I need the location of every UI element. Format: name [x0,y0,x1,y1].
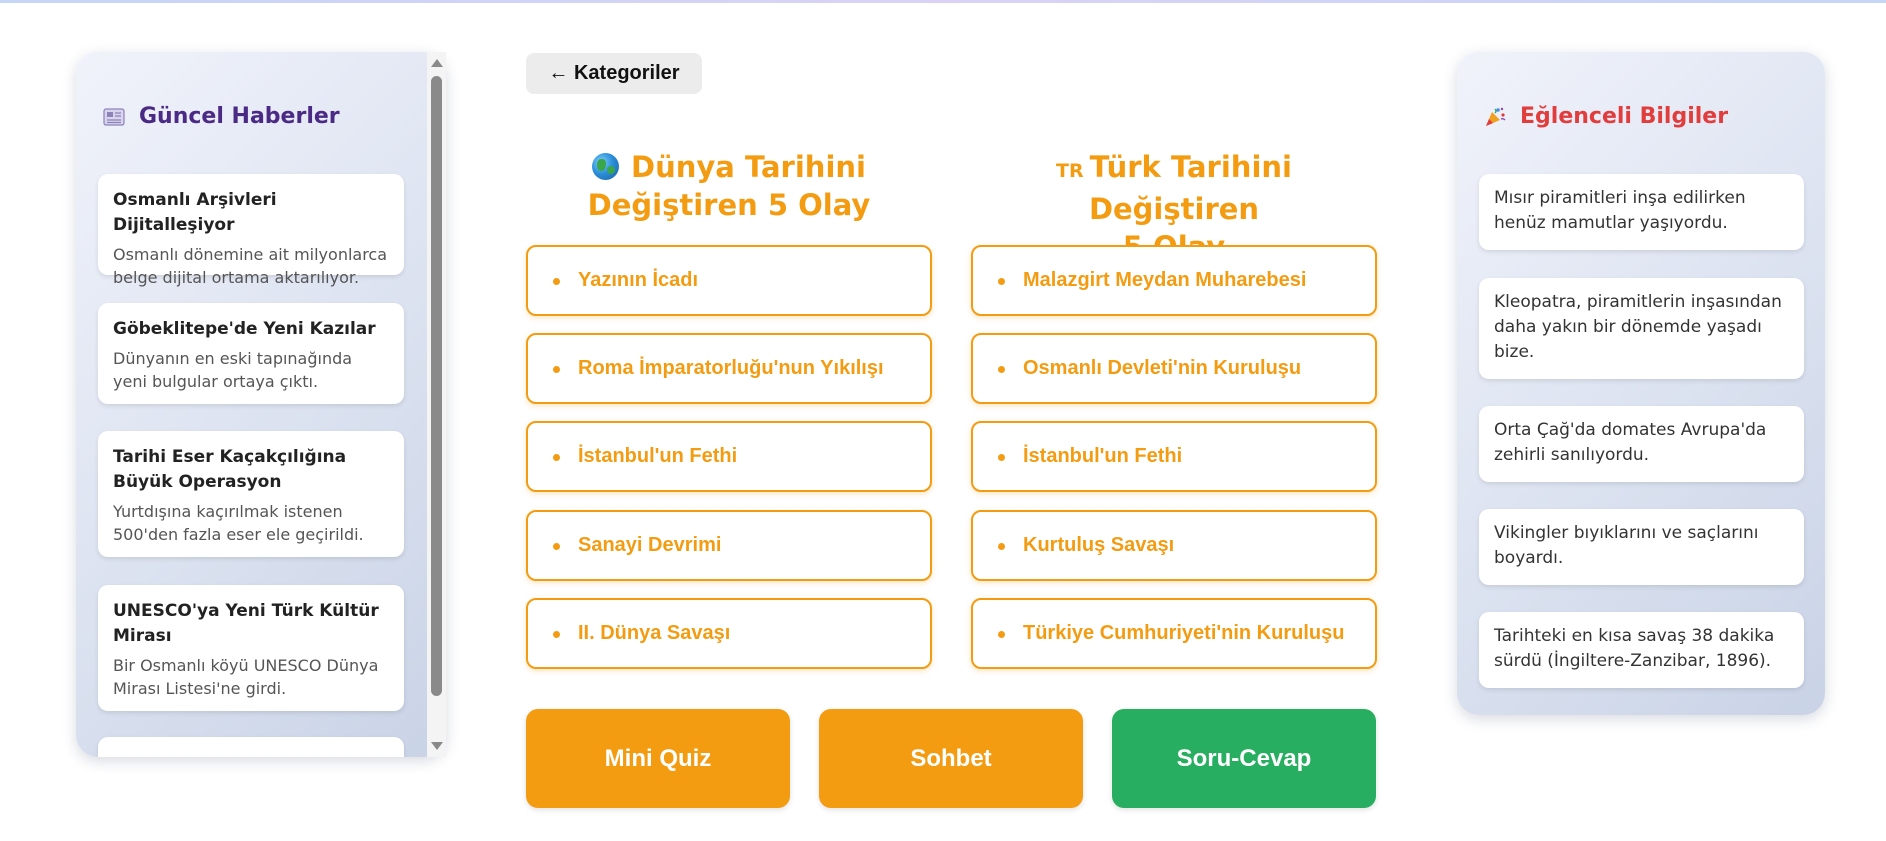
news-panel-heading: Güncel Haberler [103,104,340,129]
news-scrollbar[interactable] [427,52,446,757]
news-card-text: Dünyanın en eski tapınağında yeni bulgul… [113,349,353,391]
fun-fact-card: Orta Çağ'da domates Avrupa'da zehirli sa… [1479,406,1804,482]
world-event-item[interactable]: İstanbul'un Fethi [526,421,932,492]
turkey-event-item[interactable]: Osmanlı Devleti'nin Kuruluşu [971,333,1377,404]
bullet-icon [998,278,1005,285]
world-event-label: II. Dünya Savaşı [578,622,731,644]
turkey-event-item[interactable]: Türkiye Cumhuriyeti'nin Kuruluşu [971,598,1377,669]
world-event-item[interactable]: Roma İmparatorluğu'nun Yıkılışı [526,333,932,404]
news-card[interactable]: UNESCO'ya Yeni Türk Kültür Mirası Bir Os… [98,585,404,711]
news-panel: Güncel Haberler Osmanlı Arşivleri Dijita… [76,52,446,757]
bullet-icon [998,543,1005,550]
turkey-event-item[interactable]: Kurtuluş Savaşı [971,510,1377,581]
news-card[interactable]: Tarihi Eser Kaçakçılığına Büyük Operasyo… [98,431,404,557]
news-card-text: Bir Osmanlı köyü UNESCO Dünya Mirası Lis… [113,656,379,698]
fun-facts-panel: Eğlenceli Bilgiler Mısır piramitleri inş… [1457,52,1825,715]
scroll-down-arrow-icon[interactable] [431,742,443,750]
mini-quiz-button[interactable]: Mini Quiz [526,709,790,808]
fun-fact-card: Mısır piramitleri inşa edilirken henüz m… [1479,174,1804,250]
news-card-text: Osmanlı dönemine ait milyonlarca belge d… [113,245,388,287]
world-title-line2: Değiştiren 5 Olay [587,188,871,222]
fun-fact-card: Tarihteki en kısa savaş 38 dakika sürdü … [1479,612,1804,688]
world-event-label: Sanayi Devrimi [578,534,722,556]
top-accent-line [0,0,1886,3]
globe-icon [592,153,620,180]
news-card[interactable]: Göbeklitepe'de Yeni Kazılar Dünyanın en … [98,303,404,404]
scroll-up-arrow-icon[interactable] [431,59,443,67]
party-popper-icon [1486,107,1506,126]
bullet-icon [553,454,560,461]
world-event-label: Roma İmparatorluğu'nun Yıkılışı [578,357,884,379]
bullet-icon [553,543,560,550]
question-answer-button[interactable]: Soru-Cevap [1112,709,1376,808]
news-card-title: UNESCO'ya Yeni Türk Kültür Mirası [113,601,379,646]
bullet-icon [998,366,1005,373]
turkey-event-item[interactable]: İstanbul'un Fethi [971,421,1377,492]
turkey-event-item[interactable]: Malazgirt Meydan Muharebesi [971,245,1377,316]
world-event-item[interactable]: II. Dünya Savaşı [526,598,932,669]
world-title-line1: Dünya Tarihini [631,150,866,184]
turkey-event-label: Osmanlı Devleti'nin Kuruluşu [1023,357,1302,379]
turkey-event-label: Kurtuluş Savaşı [1023,534,1175,556]
scrollbar-thumb[interactable] [431,76,442,696]
news-panel-title: Güncel Haberler [139,104,340,129]
news-card-partial[interactable] [98,737,404,757]
news-scroll-area[interactable]: Güncel Haberler Osmanlı Arşivleri Dijita… [76,52,426,757]
turkey-title-line1: Türk Tarihini Değiştiren [1088,150,1292,226]
turkey-event-label: Malazgirt Meydan Muharebesi [1023,269,1307,291]
bullet-icon [553,366,560,373]
turkey-event-label: İstanbul'un Fethi [1023,445,1183,467]
world-event-item[interactable]: Sanayi Devrimi [526,510,932,581]
world-history-title: Dünya Tarihini Değiştiren 5 Olay [526,148,932,224]
news-card-title: Tarihi Eser Kaçakçılığına Büyük Operasyo… [113,447,347,492]
bullet-icon [553,278,560,285]
turkey-flag-icon: TR [1056,160,1084,182]
bullet-icon [998,631,1005,638]
chat-button[interactable]: Sohbet [819,709,1083,808]
turkey-event-label: Türkiye Cumhuriyeti'nin Kuruluşu [1023,622,1345,644]
news-card-title: Göbeklitepe'de Yeni Kazılar [113,319,376,339]
newspaper-icon [103,107,125,126]
world-event-label: İstanbul'un Fethi [578,445,738,467]
bullet-icon [553,631,560,638]
news-card-title: Osmanlı Arşivleri Dijitalleşiyor [113,190,277,235]
bullet-icon [998,454,1005,461]
fun-panel-heading: Eğlenceli Bilgiler [1484,104,1728,129]
fun-fact-card: Vikingler bıyıklarını ve saçlarını boyar… [1479,509,1804,585]
world-event-label: Yazının İcadı [578,269,699,291]
news-card-text: Yurtdışına kaçırılmak istenen 500'den fa… [113,502,364,544]
back-to-categories-button[interactable]: ← Kategoriler [526,53,702,94]
fun-panel-title: Eğlenceli Bilgiler [1520,104,1729,129]
world-event-item[interactable]: Yazının İcadı [526,245,932,316]
fun-fact-card: Kleopatra, piramitlerin inşasından daha … [1479,278,1804,379]
news-card[interactable]: Osmanlı Arşivleri Dijitalleşiyor Osmanlı… [98,174,404,287]
